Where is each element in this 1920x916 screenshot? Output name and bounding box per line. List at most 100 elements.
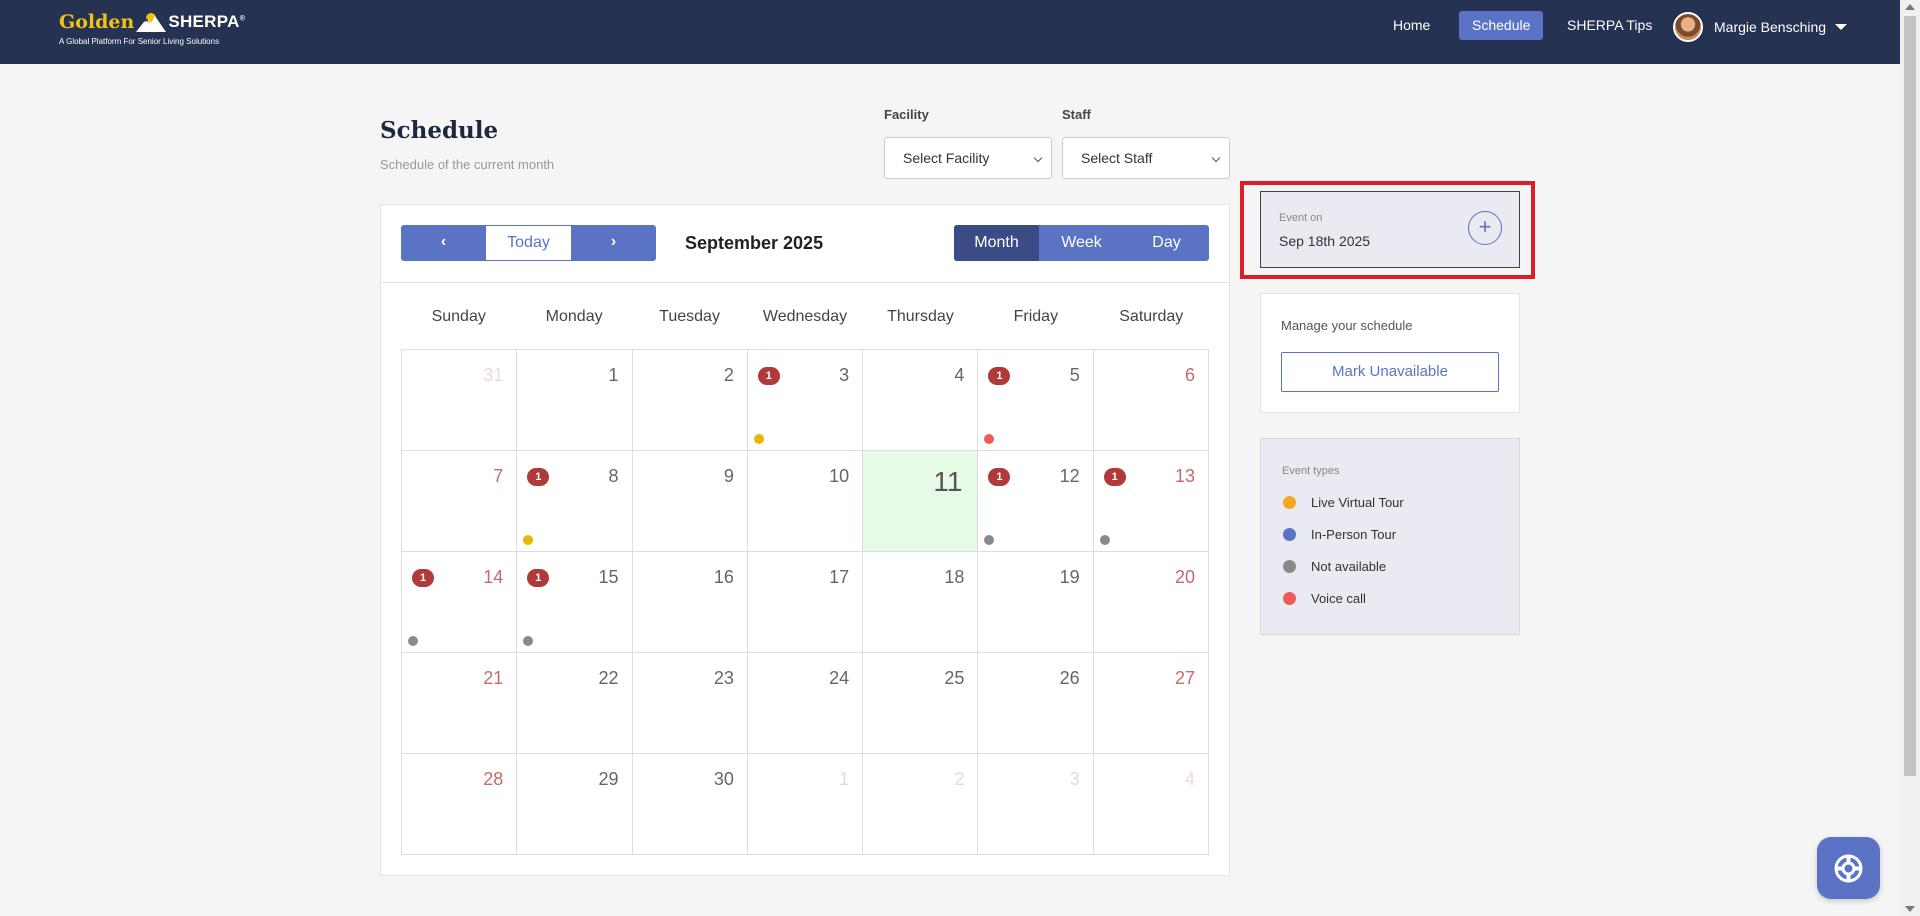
day-number: 9	[723, 466, 734, 486]
event-count-badge[interactable]: 1	[1103, 468, 1126, 486]
calendar-day-cell[interactable]: 11	[863, 451, 979, 552]
event-count-badge[interactable]: 1	[412, 569, 434, 587]
day-number: 14	[483, 567, 504, 587]
day-number: 5	[1069, 365, 1080, 385]
weekday-header: Saturday	[1119, 308, 1184, 325]
calendar-day-cell[interactable]: 24	[747, 653, 864, 754]
calendar-day-cell[interactable]: 2	[863, 754, 979, 855]
calendar-day-cell[interactable]: 29	[517, 754, 633, 855]
day-number: 1	[608, 365, 619, 385]
nav-sherpa-tips-link[interactable]: SHERPA Tips	[1567, 11, 1652, 40]
calendar-day-cell[interactable]: 23	[632, 653, 748, 754]
mark-unavailable-button[interactable]: Mark Unavailable	[1281, 352, 1499, 392]
prev-month-button[interactable]: ‹	[401, 225, 486, 261]
event-types-card: Event types Live Virtual Tour In-Person …	[1260, 438, 1520, 635]
facility-select[interactable]: Select Facility	[884, 137, 1052, 179]
calendar-day-cell[interactable]: 18	[863, 552, 979, 653]
today-button[interactable]: Today	[486, 226, 571, 260]
golden-sherpa-logo[interactable]: Golden SHERPA® A Global Platform For Sen…	[59, 9, 245, 46]
event-count-badge[interactable]: 1	[527, 569, 550, 587]
nav-home-link[interactable]: Home	[1393, 11, 1430, 40]
event-type-item: In-Person Tour	[1283, 527, 1396, 542]
view-week-button[interactable]: Week	[1039, 225, 1124, 261]
calendar-day-cell[interactable]: 15 1	[517, 552, 633, 653]
next-month-button[interactable]: ›	[571, 225, 656, 261]
page-title: Schedule	[380, 117, 499, 144]
day-number: 29	[598, 769, 619, 789]
calendar-day-cell[interactable]: 26	[978, 653, 1094, 754]
day-number: 17	[829, 567, 850, 587]
in-person-tour-dot-icon	[1283, 528, 1296, 541]
nav-schedule-link[interactable]: Schedule	[1459, 11, 1544, 40]
calendar-day-cell[interactable]: 31	[747, 350, 864, 451]
calendar-day-cell[interactable]: 1	[747, 754, 864, 855]
page-scrollbar[interactable]	[1900, 0, 1920, 916]
calendar-day-cell[interactable]: 21	[402, 653, 518, 754]
scroll-down-icon[interactable]	[1905, 906, 1915, 912]
day-number: 18	[944, 567, 965, 587]
scroll-up-icon[interactable]	[1905, 4, 1915, 10]
event-type-label: In-Person Tour	[1311, 527, 1397, 542]
view-day-button[interactable]: Day	[1124, 225, 1209, 261]
calendar-day-cell[interactable]: 30	[632, 754, 748, 855]
calendar-day-cell[interactable]: 16	[632, 552, 748, 653]
event-count-badge[interactable]: 1	[527, 468, 550, 486]
event-on-card: Event on Sep 18th 2025 +	[1260, 191, 1520, 268]
calendar-day-cell[interactable]: 19	[978, 552, 1094, 653]
calendar-day-cell[interactable]: 6	[1093, 350, 1209, 451]
event-type-item: Voice call	[1283, 591, 1366, 606]
calendar-day-cell[interactable]: 4	[1093, 754, 1209, 855]
calendar-day-cell[interactable]: 28	[402, 754, 518, 855]
calendar-day-cell[interactable]: 25	[863, 653, 979, 754]
calendar-day-cell[interactable]: 31	[402, 350, 518, 451]
calendar-day-cell[interactable]: 1	[517, 350, 633, 451]
logo-tagline: A Global Platform For Senior Living Solu…	[59, 37, 220, 46]
calendar-day-cell[interactable]: 20	[1093, 552, 1209, 653]
calendar-day-cell[interactable]: 13 1	[1093, 451, 1209, 552]
not-available-dot-icon	[1099, 535, 1110, 545]
day-number: 4	[954, 365, 965, 385]
day-number: 23	[713, 668, 734, 688]
calendar-day-cell[interactable]: 9	[632, 451, 748, 552]
logo-golden-text: Golden	[59, 11, 135, 33]
calendar-day-cell[interactable]: 10	[747, 451, 864, 552]
calendar-day-cell[interactable]: 17	[747, 552, 864, 653]
calendar-day-cell[interactable]: 51	[978, 350, 1094, 451]
calendar-toolbar-divider	[380, 282, 1230, 283]
scroll-thumb[interactable]	[1904, 16, 1916, 776]
day-number: 2	[954, 769, 965, 789]
calendar-day-cell[interactable]: 81	[517, 451, 633, 552]
calendar-grid: Sunday Monday Tuesday Wednesday Thursday…	[401, 296, 1209, 855]
calendar-day-cell[interactable]: 4	[863, 350, 979, 451]
live-virtual-tour-dot-icon	[1283, 496, 1296, 509]
not-available-dot-icon	[523, 636, 534, 646]
caret-down-icon	[1835, 24, 1848, 30]
day-number: 26	[1059, 668, 1080, 688]
user-menu[interactable]: Margie Bensching	[1673, 12, 1848, 42]
avatar	[1673, 12, 1703, 42]
calendar-day-cell[interactable]: 3	[978, 754, 1094, 855]
calendar-day-cell[interactable]: 14 1	[402, 552, 518, 653]
event-type-label: Voice call	[1311, 591, 1366, 606]
page-subtitle: Schedule of the current month	[380, 157, 555, 172]
event-type-item: Live Virtual Tour	[1283, 495, 1404, 510]
calendar-day-cell[interactable]: 7	[402, 451, 518, 552]
calendar-day-cell[interactable]: 22	[517, 653, 633, 754]
add-event-button[interactable]: +	[1468, 211, 1502, 245]
weekday-header-row: Sunday Monday Tuesday Wednesday Thursday…	[401, 296, 1209, 349]
voice-call-dot-icon	[1283, 592, 1296, 605]
calendar-day-cell[interactable]: 2	[632, 350, 748, 451]
calendar-day-cell[interactable]: 27	[1093, 653, 1209, 754]
staff-select-value: Select Staff	[1081, 150, 1153, 166]
day-number: 27	[1174, 668, 1195, 688]
event-type-item: Not available	[1283, 559, 1386, 574]
month-title: September 2025	[685, 233, 824, 253]
staff-select[interactable]: Select Staff	[1062, 137, 1230, 179]
event-count-badge[interactable]: 1	[988, 468, 1011, 486]
event-count-badge[interactable]: 1	[988, 367, 1011, 385]
event-count-badge[interactable]: 1	[757, 367, 780, 385]
calendar-day-cell[interactable]: 12 1	[978, 451, 1094, 552]
day-number: 3	[839, 365, 850, 385]
view-month-button[interactable]: Month	[954, 225, 1039, 261]
help-button[interactable]	[1817, 837, 1880, 899]
